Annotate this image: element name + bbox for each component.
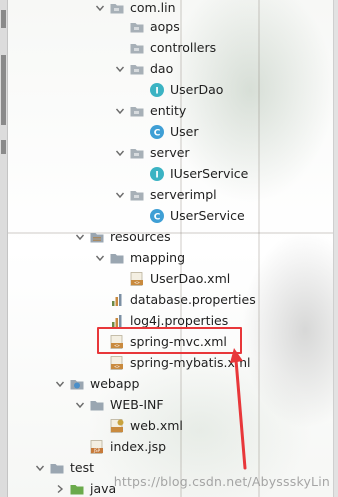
project-tree-panel: com.lin aops controllers dao I UserDao entity C… [0,0,338,497]
annotation-arrow [230,348,247,470]
watermark: https://blog.csdn.net/AbyssskyLin [113,474,330,489]
